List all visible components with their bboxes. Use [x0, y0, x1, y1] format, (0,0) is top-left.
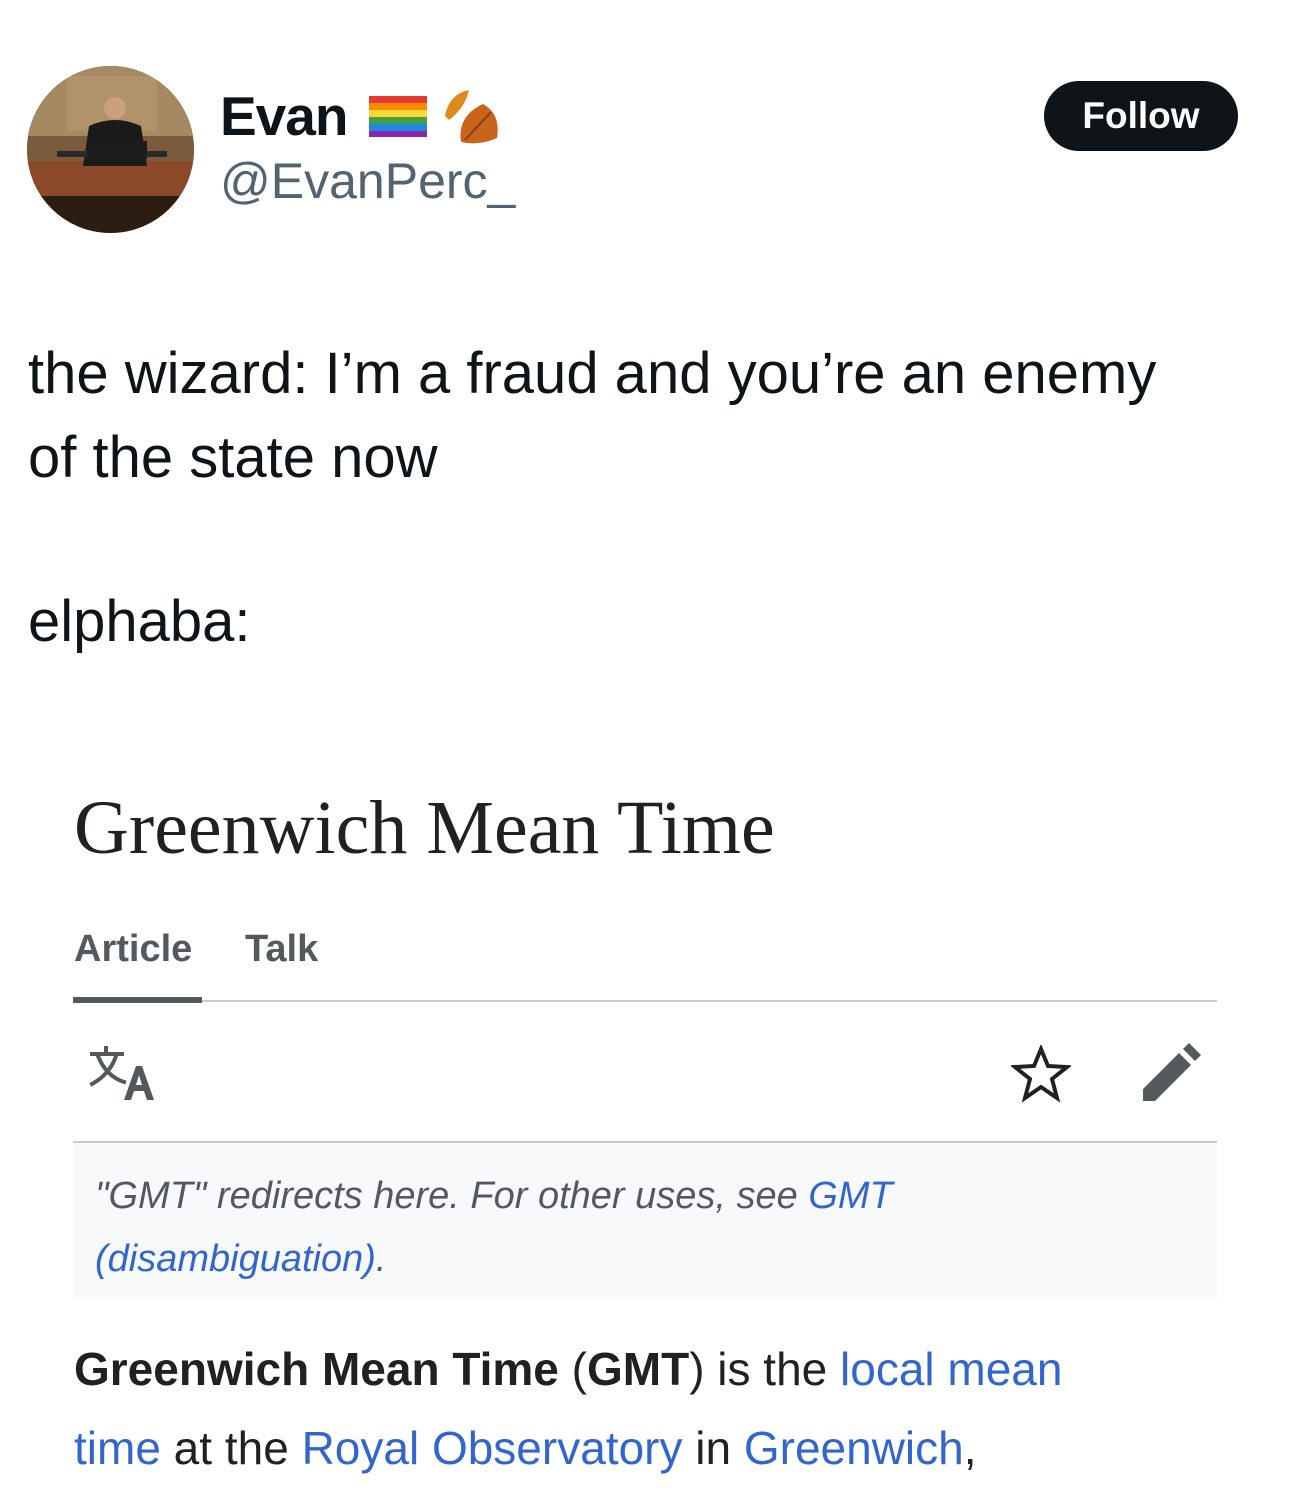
- display-name[interactable]: Evan: [220, 84, 348, 148]
- wiki-page-title: Greenwich Mean Time: [74, 786, 775, 870]
- lead-bold-term: Greenwich Mean Time: [74, 1343, 559, 1395]
- lead-line: time at the Royal Observatory in Greenwi…: [74, 1409, 1062, 1488]
- active-tab-indicator: [73, 997, 202, 1003]
- tabs-divider: [73, 1000, 1217, 1002]
- tweet-text-line: elphaba:: [28, 589, 251, 654]
- wiki-tabs: Article Talk: [74, 928, 318, 980]
- royal-observatory-link[interactable]: Royal Observatory: [302, 1422, 683, 1474]
- author-handle[interactable]: @EvanPerc_: [220, 152, 515, 210]
- name-emojis: [369, 86, 503, 146]
- hatnote-text: "GMT" redirects here. For other uses, se…: [95, 1165, 893, 1291]
- avatar[interactable]: [27, 66, 194, 233]
- lead-text: at the: [160, 1422, 302, 1474]
- edit-pencil-icon[interactable]: [1139, 1043, 1201, 1110]
- language-icon[interactable]: [88, 1046, 156, 1109]
- rainbow-flag-icon: [369, 96, 428, 137]
- hatnote-prefix: "GMT" redirects here. For other uses, se…: [95, 1175, 809, 1217]
- lead-bold-abbr: GMT: [586, 1343, 690, 1395]
- author-name-row: Evan: [220, 84, 503, 148]
- local-mean-time-link[interactable]: local mean: [840, 1343, 1062, 1395]
- tweet-text: the wizard: I’m a fraud and you’re an en…: [28, 332, 1268, 500]
- lead-text: ,: [963, 1422, 977, 1474]
- lead-paragraph: Greenwich Mean Time (GMT) is the local m…: [74, 1330, 1062, 1488]
- follow-button[interactable]: Follow: [1044, 81, 1238, 151]
- gmt-disambiguation-link[interactable]: GMT: [808, 1175, 892, 1217]
- lead-text: in: [682, 1422, 744, 1474]
- star-icon[interactable]: [1009, 1043, 1073, 1108]
- tab-talk[interactable]: Talk: [245, 928, 318, 980]
- greenwich-link[interactable]: Greenwich: [744, 1422, 964, 1474]
- hatnote: "GMT" redirects here. For other uses, se…: [73, 1143, 1217, 1299]
- hatnote-suffix: .: [375, 1238, 387, 1280]
- tweet-text-line: of the state now: [28, 425, 438, 490]
- lead-line: Greenwich Mean Time (GMT) is the local m…: [74, 1330, 1062, 1409]
- tab-article[interactable]: Article: [74, 928, 202, 980]
- local-mean-time-link[interactable]: time: [74, 1422, 161, 1474]
- lead-text: ) is the: [689, 1343, 841, 1395]
- lead-text: (: [558, 1343, 587, 1395]
- fallen-leaves-icon: [445, 90, 499, 144]
- tweet-text-line: the wizard: I’m a fraud and you’re an en…: [28, 341, 1157, 406]
- gmt-disambiguation-link[interactable]: (disambiguation): [95, 1238, 376, 1280]
